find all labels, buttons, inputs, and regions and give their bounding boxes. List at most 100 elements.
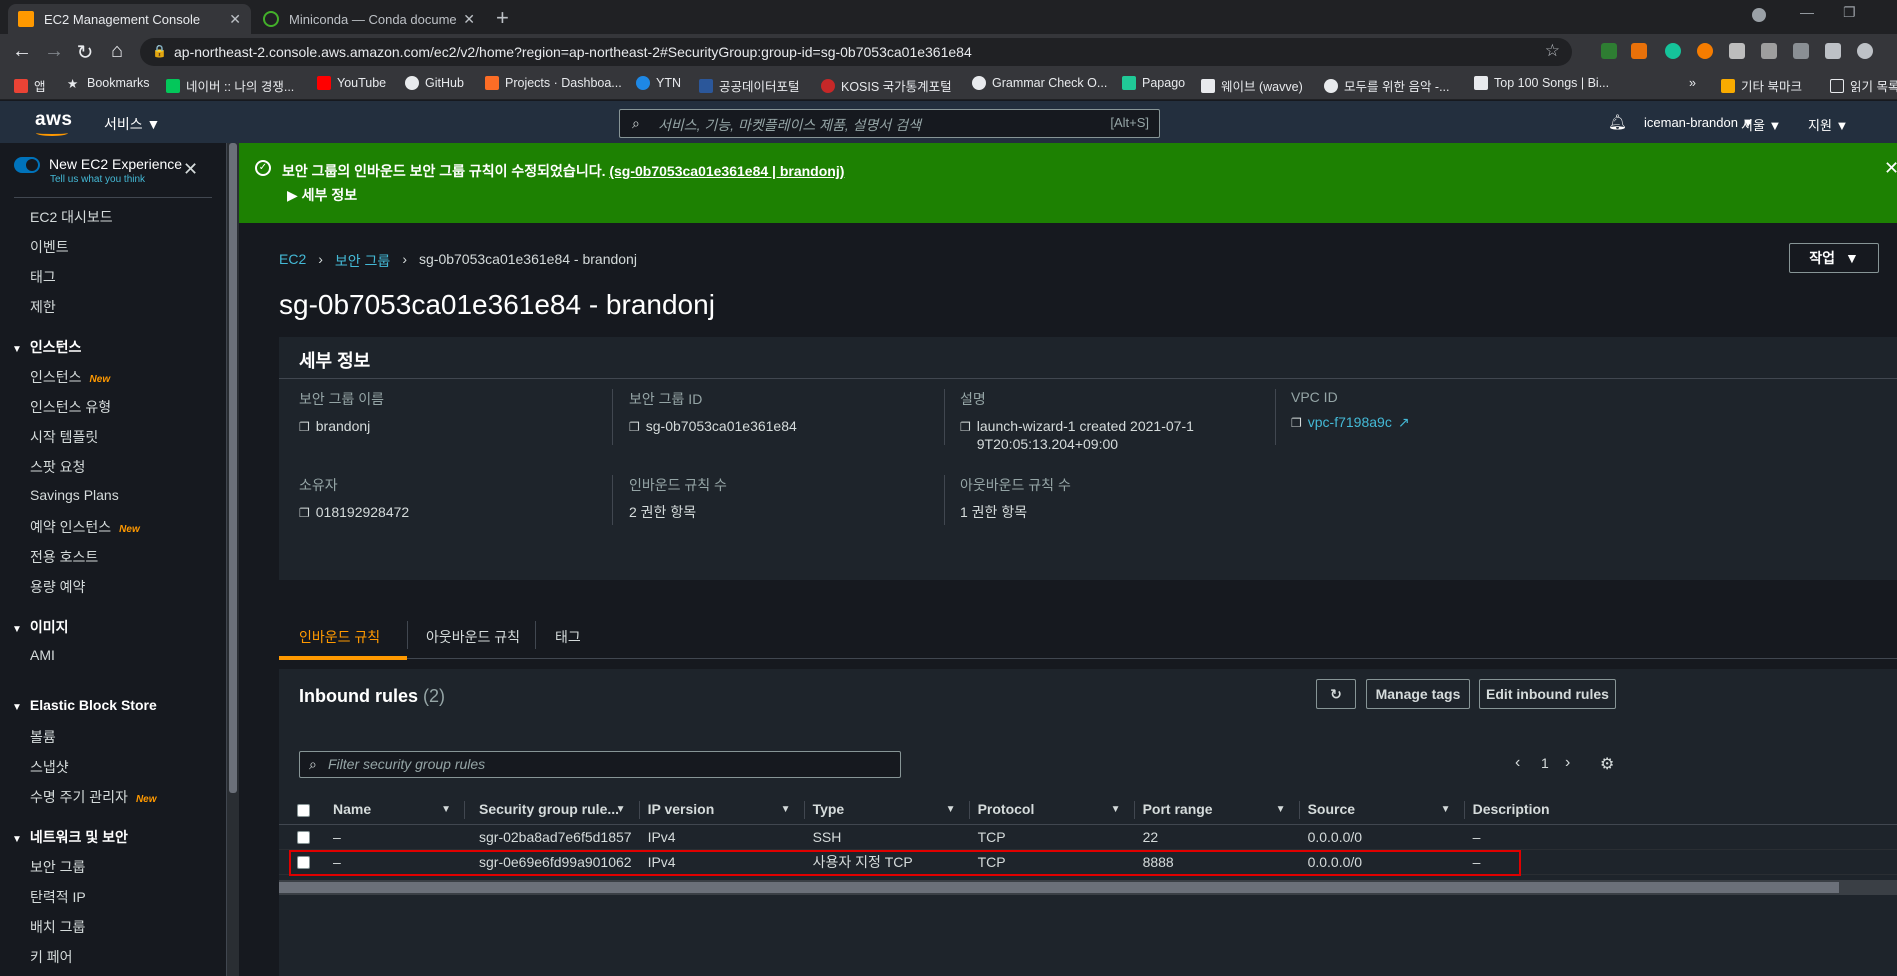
column-source[interactable]: Source ▼ [1299, 795, 1465, 825]
tab-tags[interactable]: 태그 [555, 627, 581, 647]
reload-icon[interactable]: ↻ [73, 40, 97, 65]
sort-icon[interactable]: ▼ [1111, 804, 1121, 815]
aws-logo[interactable]: aws [35, 109, 72, 131]
new-tab-icon[interactable]: + [496, 5, 509, 31]
browser-tab-miniconda[interactable]: Miniconda — Conda documentati... ✕ [253, 4, 485, 34]
manage-tags-button[interactable]: Manage tags [1366, 679, 1470, 709]
minimize-icon[interactable]: — [1800, 4, 1814, 20]
extension-icon[interactable] [1697, 43, 1713, 59]
sidebar-section-instances[interactable]: ▼ 인스턴스 [12, 337, 81, 357]
sort-icon[interactable]: ▼ [1276, 804, 1286, 815]
close-icon[interactable]: ✕ [1884, 158, 1897, 179]
column-type[interactable]: Type ▼ [804, 795, 970, 825]
sidebar-item-key-pairs[interactable]: 키 페어 [30, 947, 73, 967]
sidebar-item-capacity-reservations[interactable]: 용량 예약 [30, 577, 85, 597]
browser-tab-ec2[interactable]: EC2 Management Console ✕ [8, 4, 251, 34]
sort-icon[interactable]: ▼ [781, 804, 791, 815]
copy-icon[interactable]: ❐ [299, 504, 310, 522]
refresh-button[interactable]: ↻ [1316, 679, 1356, 709]
sidebar-item-instances[interactable]: 인스턴스 New [30, 367, 110, 387]
bookmark-item[interactable]: YouTube [317, 76, 386, 90]
scrollbar-thumb[interactable] [279, 882, 1839, 893]
extension-icon[interactable] [1793, 43, 1809, 59]
sidebar-item-ami[interactable]: AMI [30, 647, 55, 663]
services-menu[interactable]: 서비스 ▼ [104, 114, 160, 134]
bookmark-item[interactable]: YTN [636, 76, 681, 90]
bookmark-item[interactable]: 웨이브 (wavve) [1201, 76, 1303, 95]
close-tab-icon[interactable]: ✕ [229, 11, 241, 28]
aws-search-input[interactable]: ⌕ 서비스, 기능, 마켓플레이스 제품, 설명서 검색 [Alt+S] [619, 109, 1160, 138]
sidebar-item-dashboard[interactable]: EC2 대시보드 [30, 207, 113, 227]
sidebar-item-launch-templates[interactable]: 시작 템플릿 [30, 427, 98, 447]
feedback-link[interactable]: Tell us what you think [50, 174, 145, 185]
extension-icon[interactable] [1729, 43, 1745, 59]
breadcrumb-ec2[interactable]: EC2 [279, 251, 306, 271]
bookmark-apps[interactable]: 앱 [14, 76, 46, 95]
bookmark-item[interactable]: GitHub [405, 76, 464, 90]
scrollbar-thumb[interactable] [229, 143, 237, 793]
account-menu[interactable]: iceman-brandon ▼ [1644, 115, 1754, 130]
region-menu[interactable]: 서울 ▼ [1741, 115, 1781, 134]
prev-page-icon[interactable]: ‹ [1515, 754, 1520, 772]
sort-icon[interactable]: ▼ [1441, 804, 1451, 815]
bookmark-item[interactable]: Grammar Check O... [972, 76, 1107, 90]
sidebar-item-lifecycle-manager[interactable]: 수명 주기 관리자 New [30, 787, 157, 807]
copy-icon[interactable]: ❐ [629, 418, 640, 436]
tab-inbound-rules[interactable]: 인바운드 규칙 [299, 627, 380, 647]
vpc-link[interactable]: vpc-f7198a9c [1308, 413, 1392, 431]
sidebar-item-volumes[interactable]: 볼륨 [30, 727, 56, 747]
bookmark-item[interactable]: 공공데이터포털 [699, 76, 800, 95]
sidebar-item-elastic-ips[interactable]: 탄력적 IP [30, 887, 86, 907]
external-link-icon[interactable]: ↗ [1398, 413, 1410, 431]
tab-outbound-rules[interactable]: 아웃바운드 규칙 [426, 627, 520, 647]
sidebar-section-network-security[interactable]: ▼ 네트워크 및 보안 [12, 827, 128, 847]
next-page-icon[interactable]: › [1565, 754, 1570, 772]
filter-rules-input[interactable]: ⌕ Filter security group rules [299, 751, 901, 778]
bookmark-overflow-icon[interactable]: » [1689, 76, 1696, 90]
restore-icon[interactable]: ❐ [1843, 4, 1856, 21]
copy-icon[interactable]: ❐ [299, 418, 310, 436]
sidebar-item-events[interactable]: 이벤트 [30, 237, 69, 257]
bookmark-item[interactable]: KOSIS 국가통계포털 [821, 76, 952, 95]
bell-icon[interactable]: 🔔︎ [1608, 113, 1627, 131]
flash-details-toggle[interactable]: ▶ 세부 정보 [287, 185, 357, 205]
extension-icon[interactable] [1601, 43, 1617, 59]
sidebar-item-reserved-instances[interactable]: 예약 인스턴스 New [30, 517, 140, 537]
column-protocol[interactable]: Protocol ▼ [969, 795, 1135, 825]
sidebar-item-spot-requests[interactable]: 스팟 요청 [30, 457, 85, 477]
close-tab-icon[interactable]: ✕ [463, 11, 475, 28]
checkbox[interactable] [297, 804, 310, 818]
page-number[interactable]: 1 [1541, 755, 1549, 771]
sidebar-section-images[interactable]: ▼ 이미지 [12, 617, 69, 637]
bookmark-item[interactable]: ★ Bookmarks [67, 76, 150, 91]
bookmark-item[interactable]: 모두를 위한 음악 -... [1324, 76, 1450, 95]
support-menu[interactable]: 지원 ▼ [1808, 115, 1848, 134]
sidebar-item-tags[interactable]: 태그 [30, 267, 56, 287]
actions-button[interactable]: 작업 ▼ [1789, 243, 1879, 273]
column-ip-version[interactable]: IP version ▼ [639, 795, 805, 825]
extensions-puzzle-icon[interactable] [1825, 43, 1841, 59]
bookmark-item[interactable]: 네이버 :: 나의 경쟁... [166, 76, 294, 95]
back-icon[interactable]: ← [10, 40, 34, 63]
extension-icon[interactable] [1631, 43, 1647, 59]
address-bar[interactable]: 🔒 ap-northeast-2.console.aws.amazon.com/… [140, 38, 1572, 66]
bookmark-item[interactable]: Projects · Dashboa... [485, 76, 622, 90]
bookmark-item[interactable]: Top 100 Songs | Bi... [1474, 76, 1609, 90]
column-port-range[interactable]: Port range ▼ [1134, 795, 1300, 825]
new-experience-toggle[interactable] [14, 157, 40, 173]
sidebar-item-snapshots[interactable]: 스냅샷 [30, 757, 69, 777]
home-icon[interactable]: ⌂ [105, 40, 129, 63]
grammarly-icon[interactable] [1665, 43, 1681, 59]
sidebar-section-ebs[interactable]: ▼ Elastic Block Store [12, 697, 157, 713]
breadcrumb-security-groups[interactable]: 보안 그룹 [335, 251, 390, 271]
settings-gear-icon[interactable]: ⚙ [1600, 754, 1614, 774]
row-checkbox[interactable] [297, 831, 310, 845]
close-icon[interactable]: ✕ [183, 159, 198, 180]
sidebar-item-instance-types[interactable]: 인스턴스 유형 [30, 397, 111, 417]
sort-icon[interactable]: ▼ [946, 804, 956, 815]
column-description[interactable]: Description [1464, 795, 1897, 825]
table-horizontal-scrollbar[interactable] [279, 880, 1897, 895]
tab-search-icon[interactable] [1752, 8, 1766, 22]
sidebar-item-dedicated-hosts[interactable]: 전용 호스트 [30, 547, 98, 567]
bookmark-folder-other[interactable]: 기타 북마크 [1721, 76, 1802, 95]
